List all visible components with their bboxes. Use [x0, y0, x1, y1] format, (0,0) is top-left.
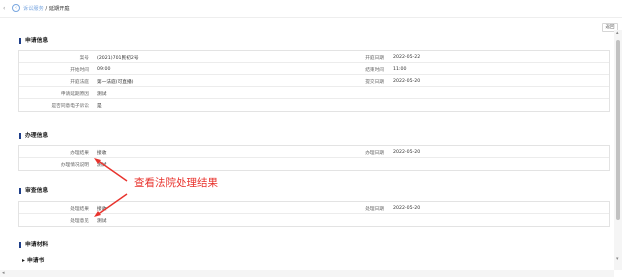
field-label: 开庭法庭	[70, 79, 89, 85]
breadcrumb-separator: /	[45, 6, 48, 12]
breadcrumb-parent-link[interactable]: 诉讼服务	[23, 6, 44, 12]
table-row: 处理意见 测试	[19, 214, 609, 226]
field-value: (2021)701民初2号	[97, 55, 139, 61]
field-value: 测试	[97, 91, 107, 97]
field-value: 09:00	[97, 66, 111, 72]
field-label: 办理结果	[70, 150, 89, 156]
table-row: 是否同意电子诉讼 是	[19, 99, 609, 111]
field-value: 11:00	[393, 66, 407, 72]
field-value: 2022-05-20	[393, 205, 421, 211]
materials-item-label: 申请书	[26, 258, 45, 264]
field-label: 处理结果	[70, 206, 89, 212]
field-label: 办理情况说明	[60, 162, 89, 168]
field-label: 开庭日期	[365, 55, 384, 61]
field-value: 2022-05-22	[393, 54, 421, 60]
field-label: 是否同意电子诉讼	[51, 103, 89, 109]
scroll-down-icon[interactable]: ▾	[616, 256, 622, 264]
field-label: 案号	[79, 55, 89, 61]
annotation-text: 查看法院处理结果	[134, 177, 218, 189]
table-row: 案号 (2021)701民初2号 开庭日期 2022-05-22	[19, 51, 609, 63]
section-title-apply: 申请信息	[19, 38, 48, 44]
section-title-materials: 申请材料	[19, 242, 48, 248]
vertical-scrollbar-thumb[interactable]	[616, 40, 620, 220]
field-value: 第一法庭(可直播)	[97, 79, 134, 85]
scroll-left-icon[interactable]: ◂	[2, 270, 5, 276]
process-info-table: 办理结果 接收 办理日期 2022-05-20 办理情况说明 测试	[18, 145, 610, 171]
field-label: 申请延期原因	[60, 91, 89, 97]
horizontal-scrollbar[interactable]	[0, 270, 614, 277]
annotation-arrows	[94, 158, 128, 217]
breadcrumb-current: 延期开庭	[48, 6, 70, 12]
section-title-review: 审查信息	[19, 188, 48, 194]
table-row: 办理情况说明 测试	[19, 158, 609, 170]
table-row: 办理结果 接收 办理日期 2022-05-20	[19, 146, 609, 158]
field-label: 处理日期	[365, 206, 384, 212]
field-value: 是	[97, 103, 102, 109]
materials-item[interactable]: ▸ 申请书	[22, 255, 44, 264]
field-label: 提交日期	[365, 79, 384, 85]
table-row: 申请延期原因 测试	[19, 87, 609, 99]
field-value: 测试	[97, 218, 107, 224]
breadcrumb: 诉讼服务 / 延期开庭	[23, 5, 70, 12]
table-row: 开始时间 09:00 结束时间 11:00	[19, 63, 609, 75]
scroll-up-icon[interactable]: ▴	[616, 30, 622, 38]
field-label: 结束时间	[365, 67, 384, 73]
field-label: 开始时间	[70, 67, 89, 73]
field-value: 2022-05-20	[393, 78, 421, 84]
field-value: 接收	[97, 150, 107, 156]
field-label: 处理意见	[70, 218, 89, 224]
apply-info-table: 案号 (2021)701民初2号 开庭日期 2022-05-22 开始时间 09…	[18, 50, 610, 112]
collapse-sidebar-icon[interactable]: ‹	[3, 5, 5, 12]
review-info-table: 处理结果 接收 处理日期 2022-05-20 处理意见 测试	[18, 201, 610, 227]
back-circle-icon[interactable]: ‹	[12, 4, 20, 12]
field-label: 办理日期	[365, 150, 384, 156]
field-value: 2022-05-20	[393, 149, 421, 155]
top-bar: ‹ ‹ 诉讼服务 / 延期开庭	[0, 0, 622, 18]
field-value: 测试	[97, 162, 107, 168]
table-row: 处理结果 接收 处理日期 2022-05-20	[19, 202, 609, 214]
table-row: 开庭法庭 第一法庭(可直播) 提交日期 2022-05-20	[19, 75, 609, 87]
field-value: 接收	[97, 206, 107, 212]
section-title-process: 办理信息	[19, 133, 48, 139]
